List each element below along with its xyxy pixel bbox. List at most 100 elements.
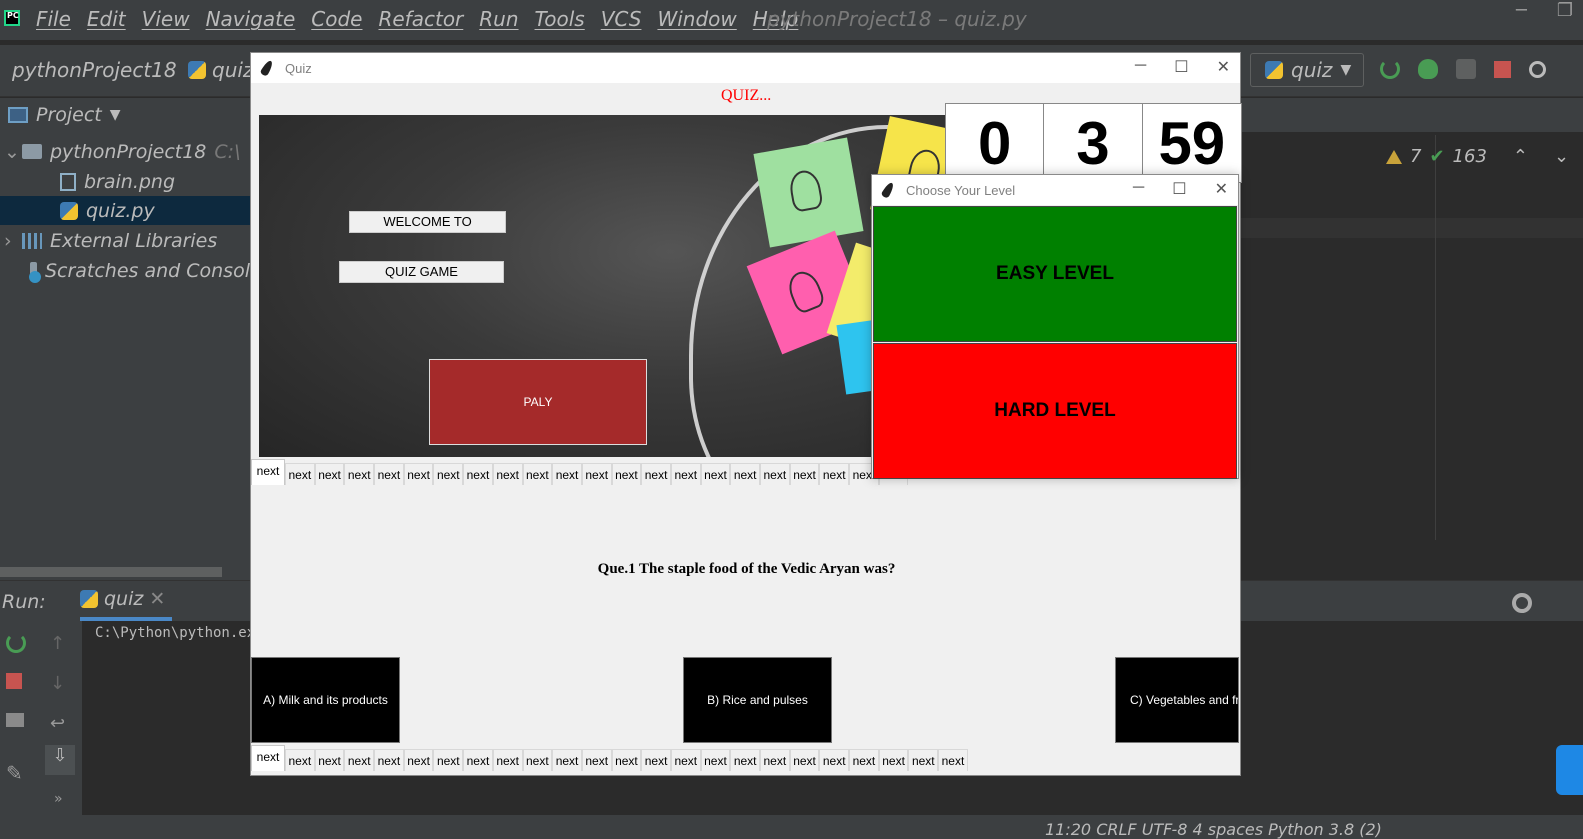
notebook-tab[interactable]: next — [522, 463, 553, 485]
notebook-tab[interactable]: next — [344, 749, 375, 771]
notebook-tab[interactable]: next — [251, 459, 285, 485]
play-button[interactable]: PALY — [429, 359, 647, 445]
level-titlebar[interactable]: Choose Your Level ─ ☐ ✕ — [872, 175, 1238, 205]
notebook-tab[interactable]: next — [403, 463, 434, 485]
menu-tools[interactable]: Tools — [535, 7, 585, 31]
more-icon[interactable]: » — [54, 791, 74, 811]
menu-navigate[interactable]: Navigate — [206, 7, 296, 31]
menu-window[interactable]: Window — [657, 7, 736, 31]
notebook-tab[interactable]: next — [433, 463, 464, 485]
breadcrumb-file[interactable]: quiz — [188, 58, 253, 82]
rerun-icon[interactable] — [6, 633, 26, 653]
tree-item-brain-png[interactable]: brain.png — [0, 167, 250, 196]
notebook-tab[interactable]: next — [581, 749, 612, 771]
menu-run[interactable]: Run — [479, 7, 518, 31]
project-pane-scrollbar[interactable] — [0, 567, 222, 577]
notebook-tab[interactable]: next — [611, 749, 642, 771]
rerun-icon[interactable] — [1380, 59, 1400, 79]
notebook-tab[interactable]: next — [611, 463, 642, 485]
restore-icon[interactable]: ❐ — [1557, 0, 1573, 21]
maximize-icon[interactable]: ☐ — [1174, 57, 1188, 77]
stop-icon[interactable] — [1494, 60, 1511, 78]
notebook-tab[interactable]: next — [819, 463, 850, 485]
notebook-tab[interactable]: next — [522, 749, 553, 771]
minimize-icon[interactable]: ─ — [1516, 0, 1527, 21]
menu-file[interactable]: File — [36, 7, 71, 31]
breadcrumb-project[interactable]: pythonProject18 — [12, 58, 177, 82]
menu-view[interactable]: View — [142, 7, 190, 31]
hard-level-button[interactable]: HARD LEVEL — [873, 343, 1237, 479]
notebook-tab[interactable]: next — [641, 749, 671, 771]
chevron-up-icon[interactable]: ⌃ — [1513, 146, 1528, 167]
notebook-tab[interactable]: next — [463, 463, 493, 485]
layout-icon[interactable] — [6, 713, 24, 727]
notebook-tab[interactable]: next — [641, 463, 671, 485]
soft-wrap-icon[interactable]: ↩ — [50, 713, 70, 734]
notebook-tab[interactable]: next — [314, 463, 345, 485]
notebook-tab[interactable]: next — [581, 463, 612, 485]
notebook-tab[interactable]: next — [938, 749, 968, 771]
easy-level-button[interactable]: EASY LEVEL — [873, 206, 1237, 342]
notebook-tab[interactable]: next — [730, 463, 760, 485]
notebook-tab[interactable]: next — [374, 463, 404, 485]
notebook-tab[interactable]: next — [730, 749, 760, 771]
maximize-icon[interactable]: ☐ — [1172, 179, 1186, 199]
notebook-tab[interactable]: next — [314, 749, 345, 771]
notebook-tab[interactable]: next — [552, 463, 582, 485]
tree-item-external-libraries[interactable]: › External Libraries — [0, 226, 250, 255]
option-b-button[interactable]: B) Rice and pulses — [683, 657, 832, 743]
coverage-icon[interactable] — [1456, 59, 1476, 79]
notebook-tab[interactable]: next — [700, 749, 731, 771]
close-icon[interactable]: ✕ — [149, 588, 165, 610]
arrow-up-icon[interactable]: ↑ — [50, 633, 70, 654]
stop-icon[interactable] — [6, 673, 22, 689]
tree-item-quiz-py[interactable]: quiz.py — [0, 196, 250, 225]
chevron-down-icon[interactable]: ⌄ — [1554, 146, 1569, 167]
option-a-button[interactable]: A) Milk and its products — [251, 657, 400, 743]
search-icon[interactable] — [1529, 60, 1546, 78]
notebook-tab[interactable]: next — [760, 463, 790, 485]
notebook-tab[interactable]: next — [374, 749, 404, 771]
tree-item-root[interactable]: ⌄ pythonProject18 C:\ — [0, 137, 250, 166]
arrow-down-icon[interactable]: ↓ — [50, 673, 70, 694]
project-pane-header[interactable]: Project ▼ — [0, 98, 250, 132]
notebook-tab[interactable]: next — [552, 749, 582, 771]
pin-icon[interactable]: ✎ — [6, 761, 26, 785]
notebook-tab[interactable]: next — [285, 749, 315, 771]
run-tab-quiz[interactable]: quiz ✕ — [80, 581, 172, 621]
close-icon[interactable]: ✕ — [1215, 179, 1228, 199]
notebook-tab[interactable]: next — [760, 749, 790, 771]
notebook-tab[interactable]: next — [285, 463, 315, 485]
notebook-tab[interactable]: next — [463, 749, 493, 771]
notebook-tab[interactable]: next — [433, 749, 464, 771]
minimize-icon[interactable]: ─ — [1133, 179, 1144, 199]
minimize-icon[interactable]: ─ — [1135, 57, 1146, 77]
notebook-tab[interactable]: next — [670, 749, 701, 771]
notebook-tab[interactable]: next — [878, 749, 909, 771]
notebook-tab[interactable]: next — [789, 749, 820, 771]
notebook-tab[interactable]: next — [789, 463, 820, 485]
tree-item-scratches[interactable]: Scratches and Consol — [0, 256, 250, 285]
notebook-tab[interactable]: next — [403, 749, 434, 771]
option-c-button[interactable]: C) Vegetables and fru — [1115, 657, 1239, 743]
menu-vcs[interactable]: VCS — [601, 7, 642, 31]
notebook-tab[interactable]: next — [819, 749, 850, 771]
notebook-tab[interactable]: next — [670, 463, 701, 485]
notebook-tab[interactable]: next — [251, 745, 285, 771]
notebook-tab[interactable]: next — [344, 463, 375, 485]
menu-code[interactable]: Code — [311, 7, 362, 31]
menu-refactor[interactable]: Refactor — [378, 7, 463, 31]
quiz-titlebar[interactable]: Quiz ─ ☐ ✕ — [251, 53, 1240, 83]
notebook-tab[interactable]: next — [492, 463, 523, 485]
notebook-tab[interactable]: next — [492, 749, 523, 771]
notebook-tab[interactable]: next — [908, 749, 939, 771]
close-icon[interactable]: ✕ — [1217, 57, 1230, 77]
scroll-to-end-icon[interactable]: ⇩ — [45, 745, 75, 775]
inspection-widget[interactable]: 7 ✔ 163 ⌃ ⌄ — [1386, 146, 1569, 167]
notebook-tab[interactable]: next — [849, 749, 879, 771]
debug-icon[interactable] — [1418, 59, 1438, 79]
side-widget-icon[interactable] — [1556, 745, 1583, 795]
gear-icon[interactable] — [1512, 593, 1532, 613]
notebook-tab[interactable]: next — [700, 463, 731, 485]
menu-edit[interactable]: Edit — [87, 7, 126, 31]
